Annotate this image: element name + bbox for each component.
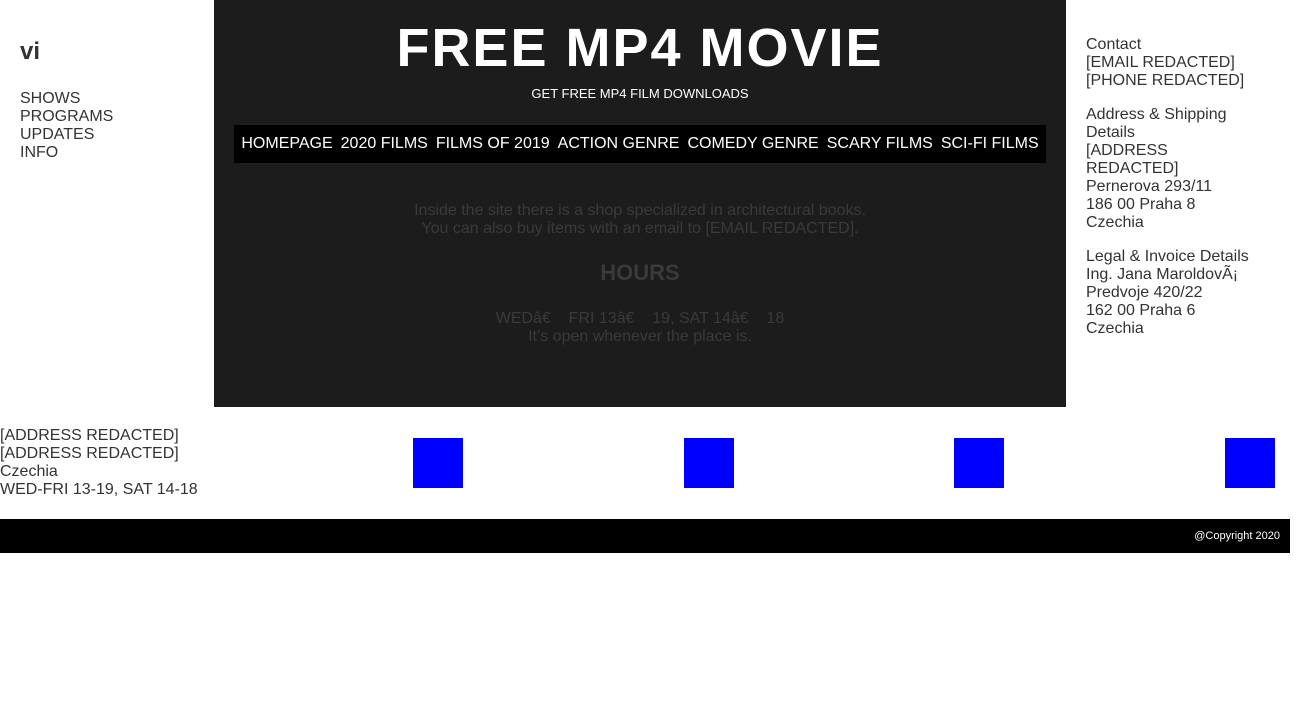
footer-address: [ADDRESS REDACTED] [ADDRESS REDACTED] Cz… xyxy=(0,427,198,499)
legal-line: Predvoje 420/22 xyxy=(1086,284,1203,301)
address-line: 186 00 Praha 8 xyxy=(1086,196,1196,213)
nav-item-comedy-genre[interactable]: COMEDY GENRE xyxy=(683,135,822,153)
address-line: Czechia xyxy=(1086,214,1144,231)
footer-address-line: Czechia xyxy=(0,463,58,480)
shop-text-line-2: You can also buy items with an email to … xyxy=(421,220,859,237)
address-line: REDACTED] xyxy=(1086,160,1179,177)
left-sidebar: vi SHOWS PROGRAMS UPDATES INFO xyxy=(0,0,214,407)
copyright-text: @Copyright 2020 xyxy=(1194,530,1280,542)
address-line: [ADDRESS xyxy=(1086,142,1168,159)
nav-item-sci-fi-films[interactable]: SCI-FI FILMS xyxy=(937,135,1043,153)
hours-text: WEDâ€ FRI 13â€ 19, SAT 14â€ 18 xyxy=(495,310,785,327)
address-heading-line-1: Address & Shipping xyxy=(1086,106,1227,123)
legal-line: Czechia xyxy=(1086,320,1144,337)
legal-line: Ing. Jana MaroldovÃ¡ xyxy=(1086,266,1239,283)
address-block: Address & Shipping Details [ADDRESS REDA… xyxy=(1086,106,1270,232)
nav-item-action-genre[interactable]: ACTION GENRE xyxy=(554,135,684,153)
site-subtitle: GET FREE MP4 FILM DOWNLOADS xyxy=(531,86,749,101)
footer-address-line: [ADDRESS REDACTED] xyxy=(0,427,179,444)
side-nav-item-info[interactable]: INFO xyxy=(20,144,194,162)
contact-phone: [PHONE REDACTED] xyxy=(1086,72,1245,89)
social-link-icon[interactable] xyxy=(684,438,734,488)
address-heading-line-2: Details xyxy=(1086,124,1135,141)
site-title: FREE MP4 MOVIE xyxy=(396,18,884,78)
nav-item-2020-films[interactable]: 2020 FILMS xyxy=(337,135,432,153)
main-panel: FREE MP4 MOVIE GET FREE MP4 FILM DOWNLOA… xyxy=(214,0,1066,407)
footer-address-line: [ADDRESS REDACTED] xyxy=(0,445,179,462)
hours-heading: HOURS xyxy=(600,260,680,285)
contact-heading: Contact xyxy=(1086,36,1142,53)
legal-heading: Legal & Invoice Details xyxy=(1086,248,1249,265)
page: vi SHOWS PROGRAMS UPDATES INFO FREE MP4 … xyxy=(0,0,1300,720)
right-sidebar: Contact [EMAIL REDACTED] [PHONE REDACTED… xyxy=(1066,0,1290,407)
info-row: [ADDRESS REDACTED] [ADDRESS REDACTED] Cz… xyxy=(0,427,1290,507)
nav-item-films-of-2019[interactable]: FILMS OF 2019 xyxy=(432,135,554,153)
address-line: Pernerova 293/11 xyxy=(1086,178,1213,195)
nav-item-homepage[interactable]: HOMEPAGE xyxy=(237,135,336,153)
footer-hours: WED-FRI 13-19, SAT 14-18 xyxy=(0,481,198,498)
shop-text-line-1: Inside the site there is a shop speciali… xyxy=(414,202,866,219)
side-nav-item-shows[interactable]: SHOWS xyxy=(20,90,194,108)
top-nav: HOMEPAGE 2020 FILMS FILMS OF 2019 ACTION… xyxy=(234,125,1046,163)
contact-block: Contact [EMAIL REDACTED] [PHONE REDACTED… xyxy=(1086,36,1270,90)
side-nav-item-programs[interactable]: PROGRAMS xyxy=(20,108,194,126)
main-content: Inside the site there is a shop speciali… xyxy=(214,202,1066,346)
nav-item-scary-films[interactable]: SCARY FILMS xyxy=(823,135,937,153)
footer-bar: @Copyright 2020 xyxy=(0,519,1290,553)
legal-line: 162 00 Praha 6 xyxy=(1086,302,1196,319)
social-link-icon[interactable] xyxy=(954,438,1004,488)
social-link-icon[interactable] xyxy=(413,438,463,488)
social-link-icon[interactable] xyxy=(1225,438,1275,488)
contact-email: [EMAIL REDACTED] xyxy=(1086,54,1235,71)
side-nav-item-updates[interactable]: UPDATES xyxy=(20,126,194,144)
site-abbreviation: vi xyxy=(20,38,41,65)
legal-block: Legal & Invoice Details Ing. Jana Marold… xyxy=(1086,248,1270,338)
side-nav: SHOWS PROGRAMS UPDATES INFO xyxy=(20,90,194,162)
open-text: It’s open whenever the place is. xyxy=(528,328,752,345)
